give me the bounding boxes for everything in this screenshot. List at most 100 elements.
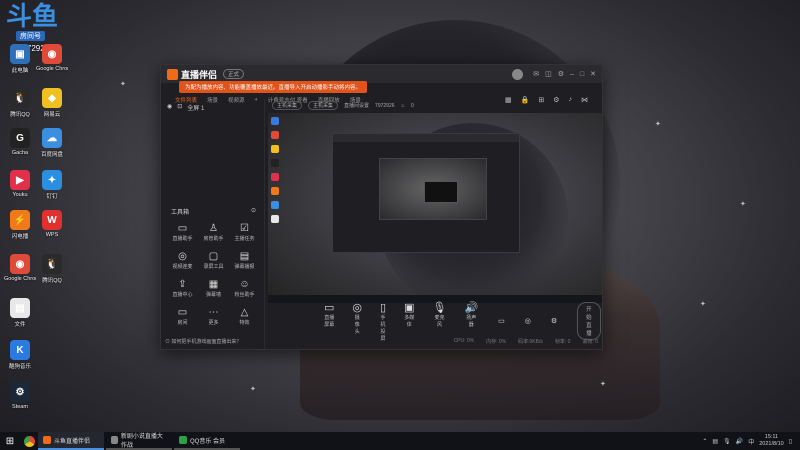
taskbar-app-button[interactable]: 新剧小说直播大作战 — [106, 432, 172, 450]
room-settings[interactable]: 直播间设置 — [344, 102, 369, 109]
app-icon: ✦ — [42, 170, 62, 190]
tool-item[interactable]: ♙ 房管助手 — [198, 223, 229, 242]
desktop-icon[interactable]: ✦ 钉钉 — [36, 170, 68, 200]
desktop-icon-label: WPS — [45, 232, 59, 238]
tool-label: 录屏工具 — [203, 264, 224, 270]
source-button[interactable]: ▯ 手机投屏 — [380, 301, 386, 342]
popularity-count: 0 — [411, 102, 414, 109]
tool-item[interactable]: ⇪ 直播中心 — [167, 279, 198, 298]
settings-icon[interactable]: ⚙ — [558, 70, 564, 78]
source-button[interactable]: ▣ 多媒体 — [404, 301, 414, 342]
record-icon[interactable]: ▭ — [498, 317, 505, 325]
notification-icon[interactable]: ▯ — [789, 438, 792, 445]
logo-text: 斗鱼 — [6, 2, 59, 32]
windows-start-icon[interactable]: ⊞ — [0, 436, 20, 447]
left-panel: ◉ ⊡ 全屏 1 工具箱 ⊙ ▭ 直播助手 ♙ 房管助手 ☑ 主播任务 ◎ 视频连麦 ▢ 录屏工具… — [161, 99, 265, 349]
taskbar-app-button[interactable]: 斗鱼直播伴侣 — [38, 432, 104, 450]
source-chip-2[interactable]: 主机采集 — [308, 101, 339, 110]
source-button-icon: ▣ — [404, 301, 415, 314]
tool-label: 直播助手 — [172, 236, 193, 242]
close-icon[interactable]: ✕ — [590, 70, 596, 78]
tool-item[interactable]: ▤ 弹幕播报 — [229, 251, 260, 270]
desktop-icon[interactable]: ▶ Youku — [4, 170, 36, 198]
tool-item[interactable]: ▭ 直播助手 — [167, 223, 198, 242]
desktop-icon[interactable]: ⚙ Steam — [4, 382, 36, 410]
source-button[interactable]: 🔊 扬声器 — [464, 301, 478, 342]
chrome-taskbar-icon[interactable] — [20, 432, 38, 450]
source-button[interactable]: ◎ 摄像头 — [352, 301, 362, 342]
lock-small-icon[interactable]: ⊡ — [177, 103, 182, 112]
settings-gear-icon[interactable]: ⚙ — [551, 317, 557, 325]
desktop-icon[interactable]: ◉ Google Chrome — [4, 254, 36, 282]
stat-item: 丢帧: 0 — [582, 339, 598, 345]
desktop-icon[interactable]: W WPS — [36, 210, 68, 238]
desktop-icon[interactable]: K 酷狗音乐 — [4, 340, 36, 370]
desktop-icon[interactable]: 🐧 腾讯QQ — [36, 254, 68, 284]
desktop-icon[interactable]: ▣ 此电脑 — [4, 44, 36, 74]
app-icon: ▤ — [10, 298, 30, 318]
app-icon: K — [10, 340, 30, 360]
preview-nested-inner — [379, 158, 487, 220]
preview-nested-core — [424, 181, 458, 203]
tool-item[interactable]: △ 特效 — [229, 307, 260, 326]
desktop-icon-label: Steam — [12, 404, 28, 410]
tool-item[interactable]: ◎ 视频连麦 — [167, 251, 198, 270]
taskbar-app-label: 新剧小说直播大作战 — [120, 434, 163, 449]
help-tip[interactable]: ⊙ 如何把手机游戏画面直播出来？ — [165, 338, 241, 345]
source-chip-1[interactable]: 主机采集 — [272, 101, 303, 110]
source-button[interactable]: ▭ 直播屏幕 — [324, 301, 334, 342]
stream-preview[interactable] — [268, 113, 602, 303]
desktop-icon[interactable]: ◆ 网易云 — [36, 88, 68, 118]
scene-label[interactable]: 全屏 1 — [187, 103, 204, 112]
taskbar-app-icon — [111, 436, 118, 444]
message-icon[interactable]: ✉ — [533, 70, 539, 78]
clock[interactable]: 15:11 2021/8/10 — [759, 434, 783, 448]
gift-icon[interactable]: ◫ — [545, 70, 552, 78]
mic-icon[interactable]: 🎙 — [723, 438, 731, 445]
beauty-icon[interactable]: ◎ — [525, 317, 531, 325]
maximize-icon[interactable]: □ — [580, 71, 584, 78]
start-live-button[interactable]: 开始直播 — [577, 302, 601, 340]
tool-item[interactable]: ☺ 粉丝助手 — [229, 279, 260, 298]
network-icon[interactable]: ▤ — [712, 438, 718, 445]
tool-item[interactable]: ▢ 录屏工具 — [198, 251, 229, 270]
desktop-icon[interactable]: ▤ 文件 — [4, 298, 36, 328]
tool-label: 直播中心 — [172, 292, 193, 298]
tool-icon: ▦ — [208, 279, 219, 290]
desktop-icon[interactable]: ⚡ 闪电播 — [4, 210, 36, 240]
source-button[interactable]: 🎙 麦克风 — [432, 301, 446, 342]
version-badge[interactable]: 正式 — [223, 69, 245, 79]
tool-item[interactable]: ▭ 房间 — [167, 307, 198, 326]
avatar[interactable] — [512, 68, 524, 80]
tool-label: 弹幕墙 — [205, 292, 221, 298]
tool-icon: ☑ — [240, 223, 249, 234]
notice-banner[interactable]: 为配为播放内容、功能覆盖播放最近。直播导入开启动播影手动将内容。 — [179, 81, 368, 93]
desktop-icon[interactable]: ☁ 百度网盘 — [36, 128, 68, 158]
taskbar-app-button[interactable]: QQ音乐 会员 — [174, 432, 240, 450]
source-button-icon: ▭ — [324, 301, 335, 314]
volume-icon[interactable]: 🔊 — [736, 438, 743, 445]
chevron-up-icon[interactable]: ⌃ — [702, 438, 707, 445]
eye-icon[interactable]: ◉ — [167, 103, 172, 112]
desktop-icon[interactable]: ◉ Google Chrome — [36, 44, 68, 72]
ime-icon[interactable]: 中 — [748, 437, 754, 446]
douyu-logo: 斗鱼 房间号 — [6, 2, 62, 44]
toolbox-settings-icon[interactable]: ⊙ — [251, 207, 256, 216]
scene-row: ◉ ⊡ 全屏 1 — [161, 99, 264, 116]
logo-tag: 房间号 — [16, 31, 45, 41]
tool-item[interactable]: ▦ 弹幕墙 — [198, 279, 229, 298]
window-controls: ✉ ◫ ⚙ – □ ✕ — [512, 68, 596, 80]
tool-item[interactable]: ⋯ 更多 — [198, 307, 229, 326]
stat-item: 内存: 0% — [486, 339, 507, 345]
tool-item[interactable]: ☑ 主播任务 — [229, 223, 260, 242]
source-button-label: 多媒体 — [404, 314, 415, 328]
desktop-icon[interactable]: G Gacha — [4, 128, 36, 156]
app-title: 直播伴侣 — [181, 69, 218, 80]
clock-time: 15:11 — [764, 434, 779, 440]
taskbar-app-icon — [179, 436, 187, 444]
tool-icon: ◎ — [178, 251, 187, 262]
tool-label: 弹幕播报 — [234, 264, 255, 270]
preview-desktop-icons — [271, 117, 283, 229]
minimize-icon[interactable]: – — [570, 71, 574, 78]
desktop-icon[interactable]: 🐧 腾讯QQ — [4, 88, 36, 118]
